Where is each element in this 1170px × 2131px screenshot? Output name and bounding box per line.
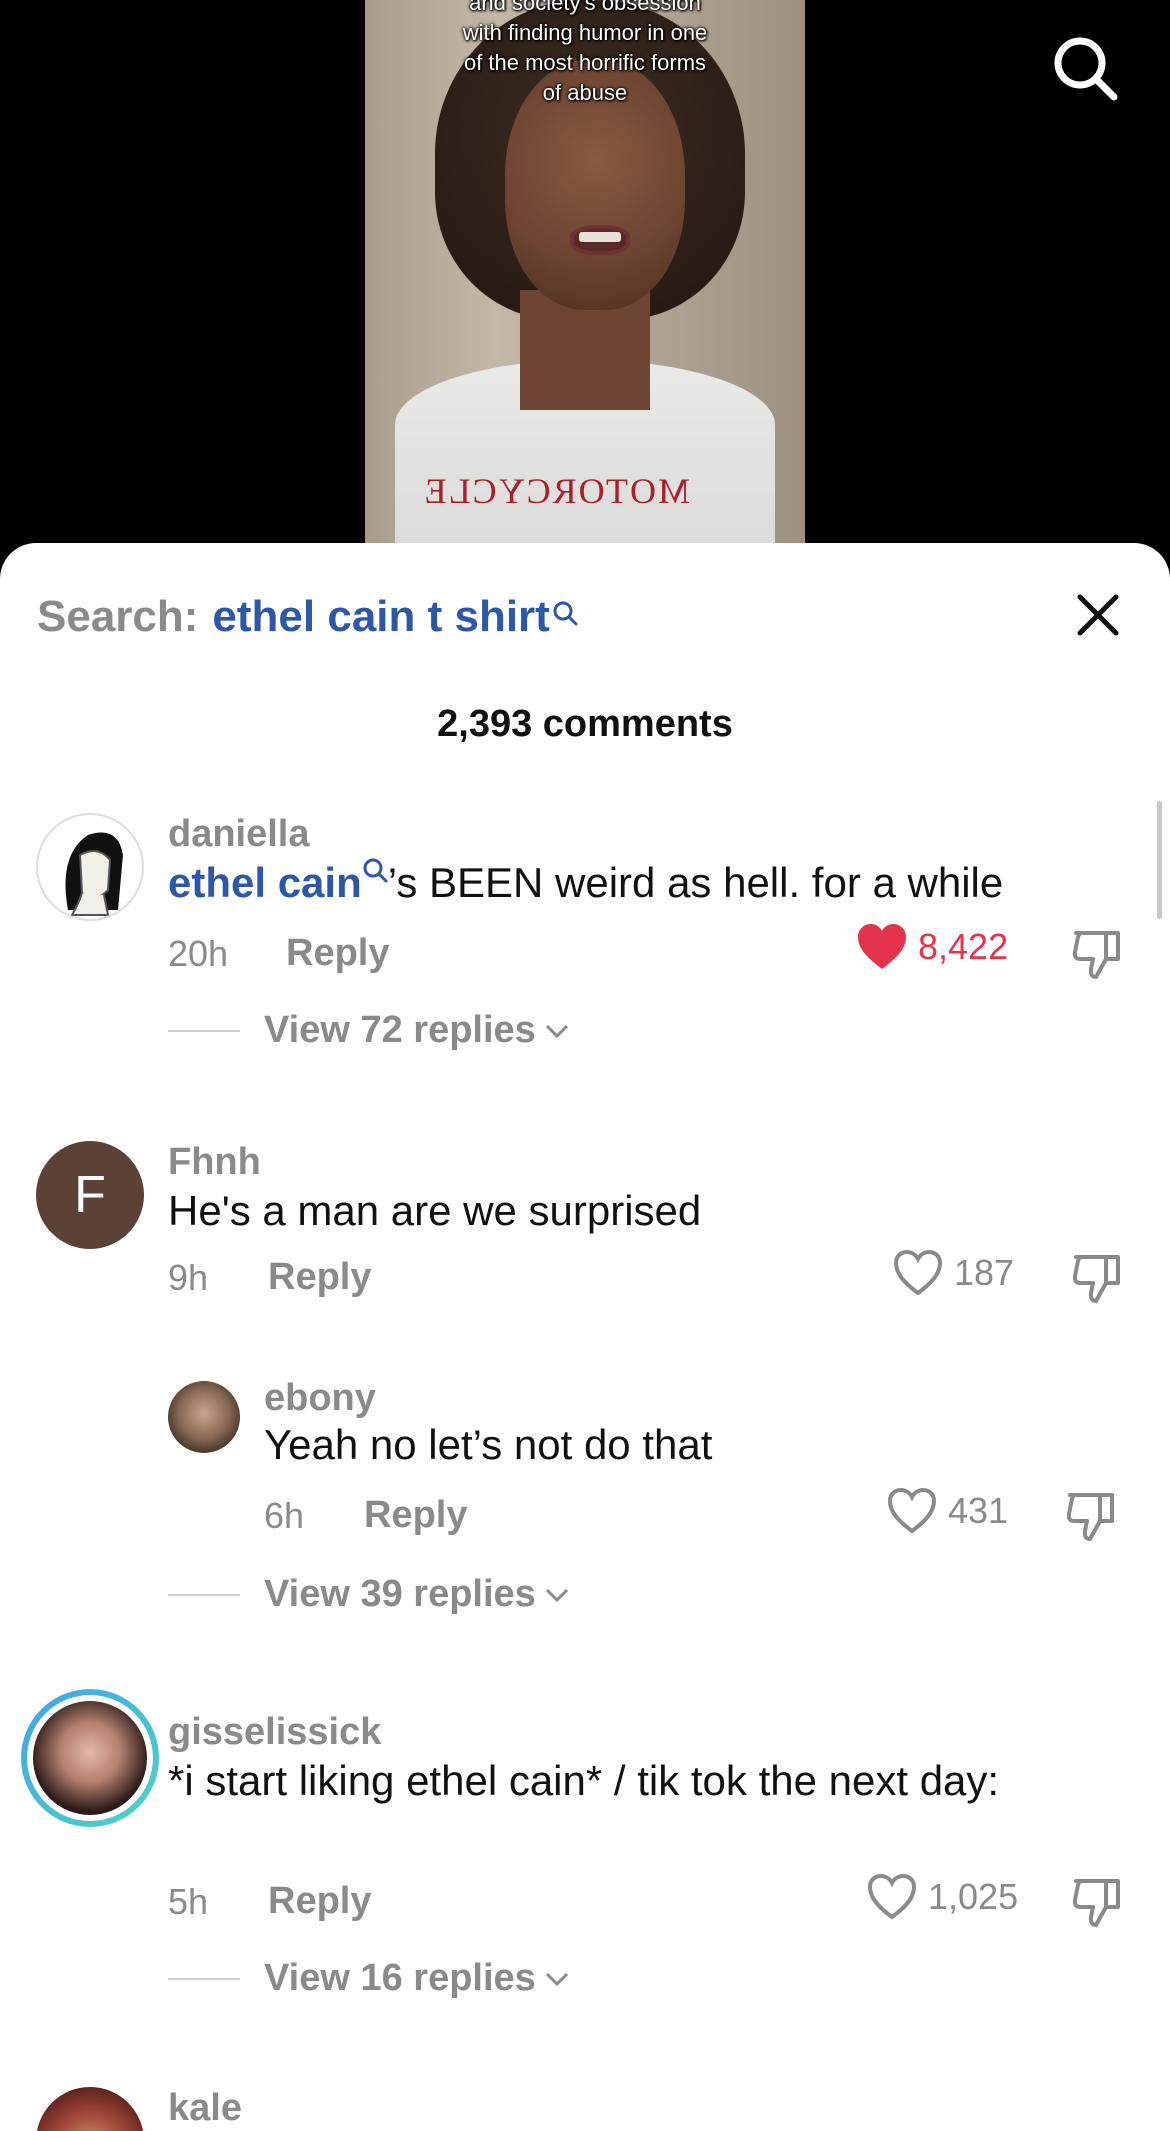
close-icon[interactable] xyxy=(1074,591,1122,639)
caption-line: of the most horrific forms xyxy=(463,50,707,75)
mention-link[interactable]: ethel cain xyxy=(168,859,362,906)
heart-outline-icon xyxy=(893,1249,943,1296)
comment-time: 9h xyxy=(168,1257,209,1298)
reply-button[interactable]: Reply xyxy=(286,932,389,975)
scrollbar[interactable] xyxy=(1157,801,1162,919)
heart-outline-icon xyxy=(867,1873,917,1920)
comment-username[interactable]: Fhnh xyxy=(168,1141,261,1184)
view-replies-label: View 39 replies xyxy=(264,1573,536,1615)
reply-button[interactable]: Reply xyxy=(268,1880,371,1923)
dislike-icon[interactable] xyxy=(1070,1249,1126,1305)
avatar-letter: F xyxy=(74,1166,106,1224)
chevron-down-icon xyxy=(545,1588,568,1602)
search-icon[interactable] xyxy=(1052,35,1118,101)
comments-sheet: Search: ethel cain t shirt 2,393 comment… xyxy=(0,543,1170,2131)
like-button[interactable]: 1,025 xyxy=(866,1873,1018,1921)
comments-count: 2,393 comments xyxy=(437,703,733,745)
reply-button[interactable]: Reply xyxy=(364,1494,467,1537)
view-replies-button[interactable]: View 72 replies xyxy=(168,1009,570,1052)
view-replies-label: View 72 replies xyxy=(264,1009,536,1051)
search-suggestion[interactable]: Search: ethel cain t shirt xyxy=(37,587,578,647)
view-replies-button[interactable]: View 39 replies xyxy=(168,1573,570,1616)
comment-username[interactable]: kale xyxy=(168,2087,242,2130)
avatar xyxy=(27,1695,153,1821)
avatar-story-ring[interactable] xyxy=(21,1689,159,1827)
view-replies-button[interactable]: View 16 replies xyxy=(168,1957,570,2000)
comment-time: 5h xyxy=(168,1881,209,1922)
caption-line: with finding humor in one xyxy=(462,20,708,45)
comment-username[interactable]: daniella xyxy=(168,813,310,856)
divider-line xyxy=(168,1593,240,1596)
comment-text: *i start liking ethel cain* / tik tok th… xyxy=(168,1757,1000,1804)
comment-username[interactable]: gisselissick xyxy=(168,1711,381,1754)
video-player[interactable]: MOTORCYCLE and society's obsession with … xyxy=(0,0,1170,560)
like-count: 8,422 xyxy=(918,926,1009,967)
comment-text: ethel cain ’s BEEN weird as hell. for a w… xyxy=(168,855,1128,911)
chevron-down-icon xyxy=(545,1024,568,1038)
avatar[interactable] xyxy=(36,2087,144,2131)
like-count: 187 xyxy=(954,1252,1015,1293)
search-label: Search: xyxy=(37,592,199,641)
video-person-teeth xyxy=(579,232,621,242)
like-count: 431 xyxy=(948,1490,1009,1531)
search-term-link[interactable]: ethel cain t shirt xyxy=(212,592,549,642)
heart-outline-icon xyxy=(887,1487,937,1534)
search-icon xyxy=(363,858,388,883)
dislike-icon[interactable] xyxy=(1070,925,1126,981)
like-count: 1,025 xyxy=(928,1876,1019,1917)
caption-line: and society's obsession xyxy=(469,0,701,15)
search-icon xyxy=(552,587,578,637)
avatar-image xyxy=(33,1701,147,1815)
like-button[interactable]: 187 xyxy=(892,1249,1014,1297)
video-frame: MOTORCYCLE and society's obsession with … xyxy=(365,0,805,560)
chevron-down-icon xyxy=(545,1972,568,1986)
avatar[interactable] xyxy=(168,1381,240,1453)
comment-username[interactable]: ebony xyxy=(264,1377,376,1420)
heart-filled-icon xyxy=(858,924,906,969)
comment-text: Yeah no let’s not do that xyxy=(264,1421,713,1468)
like-button[interactable]: 8,422 xyxy=(856,923,1008,971)
like-button[interactable]: 431 xyxy=(886,1487,1008,1535)
shirt-print-text: MOTORCYCLE xyxy=(422,471,690,511)
divider-line xyxy=(168,1977,240,1980)
comment-text-body: ’s BEEN weird as hell. for a while xyxy=(387,859,1004,906)
comment-text: He's a man are we surprised xyxy=(168,1187,702,1234)
caption-line: of abuse xyxy=(542,80,628,105)
comment-time: 6h xyxy=(264,1495,305,1536)
comment-time: 20h xyxy=(168,933,229,974)
reply-button[interactable]: Reply xyxy=(268,1256,371,1299)
dislike-icon[interactable] xyxy=(1070,1873,1126,1929)
avatar[interactable] xyxy=(36,813,144,921)
view-replies-label: View 16 replies xyxy=(264,1957,536,1999)
avatar[interactable]: F xyxy=(36,1141,144,1249)
dislike-icon[interactable] xyxy=(1064,1487,1120,1543)
divider-line xyxy=(168,1029,240,1032)
video-caption: and society's obsession with finding hum… xyxy=(365,0,805,108)
